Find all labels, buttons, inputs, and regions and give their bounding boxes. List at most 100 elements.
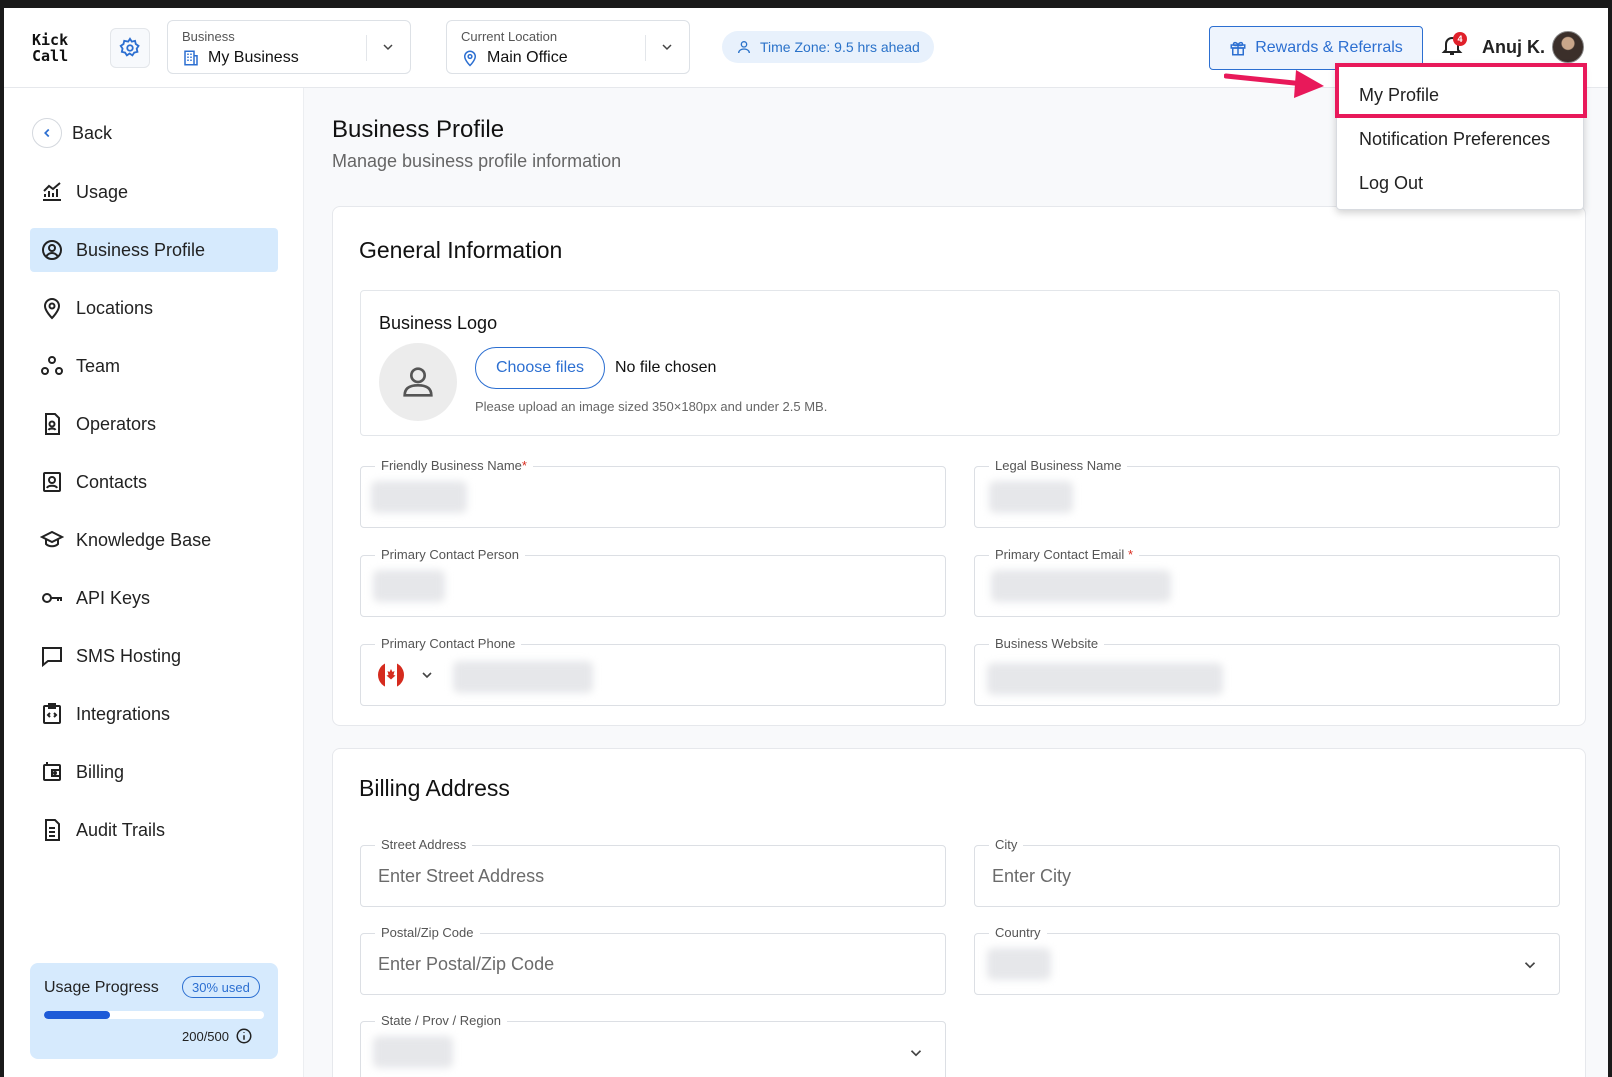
sidebar-item-business-profile[interactable]: Business Profile <box>30 228 278 272</box>
usage-count: 200/500 <box>182 1028 229 1044</box>
canada-flag-icon <box>378 662 404 688</box>
primary-contact-email-field[interactable]: Primary Contact Email * <box>974 547 1560 617</box>
sidebar-item-sms-hosting[interactable]: SMS Hosting <box>30 634 278 678</box>
field-label-text: Friendly Business Name <box>381 458 522 473</box>
location-selector[interactable]: Current Location Main Office <box>446 20 690 74</box>
redacted-value <box>373 570 445 602</box>
code-clipboard-icon <box>43 703 61 724</box>
country-code-selector[interactable] <box>377 661 435 689</box>
friendly-business-name-field[interactable]: Friendly Business Name* <box>360 458 946 528</box>
field-label-text: Primary Contact Email <box>995 547 1125 562</box>
sidebar: Back Usage Business Profile Locations Te… <box>4 88 304 1077</box>
business-selector-value: My Business <box>208 49 299 66</box>
divider <box>645 35 646 61</box>
info-icon[interactable] <box>235 1027 253 1045</box>
redacted-value <box>371 481 467 513</box>
postal-code-input[interactable]: Enter Postal/Zip Code <box>378 954 554 975</box>
location-selector-value: Main Office <box>487 49 568 66</box>
required-mark: * <box>1127 547 1133 562</box>
sidebar-item-label: Locations <box>76 297 154 318</box>
logo-line-2: Call <box>32 47 69 65</box>
primary-contact-phone-field[interactable]: Primary Contact Phone <box>360 636 946 706</box>
field-label: Street Address <box>375 837 473 853</box>
logo-placeholder <box>379 343 457 421</box>
rewards-label: Rewards & Referrals <box>1255 39 1403 56</box>
sidebar-item-label: Audit Trails <box>76 819 166 840</box>
usage-progress-card: Usage Progress 30% used 200/500 <box>30 963 278 1059</box>
redacted-value <box>987 948 1051 980</box>
avatar[interactable] <box>1552 31 1584 63</box>
usage-progress-bar <box>44 1011 264 1019</box>
user-icon <box>738 41 750 54</box>
sidebar-item-locations[interactable]: Locations <box>30 286 278 330</box>
map-pin-icon <box>43 298 61 320</box>
business-logo-title: Business Logo <box>379 313 498 333</box>
sidebar-item-label: API Keys <box>76 587 151 608</box>
timezone-badge: Time Zone: 9.5 hrs ahead <box>722 31 934 63</box>
app-logo[interactable]: Kick Call <box>32 32 68 64</box>
sidebar-item-label: SMS Hosting <box>76 645 182 666</box>
user-placeholder-icon <box>403 367 433 397</box>
chevron-down-icon <box>662 44 672 51</box>
sidebar-item-operators[interactable]: Operators <box>30 402 278 446</box>
section-title: General Information <box>359 237 563 263</box>
sidebar-item-label: Integrations <box>76 703 171 724</box>
state-region-select[interactable]: State / Prov / Region <box>360 1013 946 1077</box>
settings-button[interactable] <box>110 28 150 68</box>
usage-progress-fill <box>44 1011 110 1019</box>
highlight-box <box>1335 63 1587 118</box>
key-icon <box>42 593 62 603</box>
back-button[interactable]: Back <box>32 118 112 148</box>
sidebar-item-label: Usage <box>76 181 129 202</box>
field-label: Primary Contact Phone <box>375 636 522 652</box>
section-title: Billing Address <box>359 775 510 801</box>
business-selector-label: Business <box>182 29 235 44</box>
business-selector-value-wrap: My Business <box>182 49 299 67</box>
user-name[interactable]: Anuj K. <box>1482 37 1545 58</box>
choose-files-button[interactable]: Choose files <box>475 347 605 389</box>
sidebar-item-audit-trails[interactable]: Audit Trails <box>30 808 278 852</box>
street-address-input[interactable]: Enter Street Address <box>378 866 544 887</box>
sidebar-item-contacts[interactable]: Contacts <box>30 460 278 504</box>
sidebar-item-usage[interactable]: Usage <box>30 170 278 214</box>
redacted-value <box>453 661 593 693</box>
business-website-field[interactable]: Business Website <box>974 636 1560 706</box>
city-field[interactable]: City Enter City <box>974 837 1560 907</box>
document-icon <box>45 819 60 841</box>
postal-code-field[interactable]: Postal/Zip Code Enter Postal/Zip Code <box>360 925 946 995</box>
sidebar-item-label: Team <box>76 355 121 376</box>
location-selector-value-wrap: Main Office <box>461 49 568 67</box>
divider <box>366 35 367 61</box>
upload-hint: Please upload an image sized 350×180px a… <box>475 399 828 414</box>
menu-item-notification-preferences[interactable]: Notification Preferences <box>1359 129 1550 150</box>
usage-count-wrap: 200/500 <box>182 1027 253 1045</box>
menu-item-log-out[interactable]: Log Out <box>1359 173 1423 194</box>
back-circle <box>32 118 62 148</box>
back-label: Back <box>72 122 113 143</box>
primary-contact-person-field[interactable]: Primary Contact Person <box>360 547 946 617</box>
usage-progress-title: Usage Progress <box>44 979 159 996</box>
city-input[interactable]: Enter City <box>992 866 1071 887</box>
country-select[interactable]: Country <box>974 925 1560 995</box>
sidebar-item-billing[interactable]: Billing <box>30 750 278 794</box>
sidebar-item-integrations[interactable]: Integrations <box>30 692 278 736</box>
sidebar-item-team[interactable]: Team <box>30 344 278 388</box>
redacted-value <box>373 1036 453 1068</box>
chevron-down-icon <box>422 672 432 679</box>
street-address-field[interactable]: Street Address Enter Street Address <box>360 837 946 907</box>
graduation-cap-icon <box>40 530 64 548</box>
sidebar-item-knowledge-base[interactable]: Knowledge Base <box>30 518 278 562</box>
map-pin-icon <box>463 50 477 67</box>
usage-percent-badge: 30% used <box>182 976 260 998</box>
page-title: Business Profile <box>332 116 505 143</box>
app-window: Kick Call Business My Business Current L… <box>4 8 1608 1077</box>
sidebar-item-label: Billing <box>76 761 125 782</box>
chevron-left-icon <box>44 128 50 138</box>
business-selector[interactable]: Business My Business <box>167 20 411 74</box>
legal-business-name-field[interactable]: Legal Business Name <box>974 458 1560 528</box>
sidebar-item-api-keys[interactable]: API Keys <box>30 576 278 620</box>
redacted-value <box>987 663 1223 695</box>
timezone-text: Time Zone: 9.5 hrs ahead <box>760 39 920 55</box>
sidebar-item-label: Operators <box>76 413 157 434</box>
sidebar-item-label: Knowledge Base <box>76 529 212 550</box>
